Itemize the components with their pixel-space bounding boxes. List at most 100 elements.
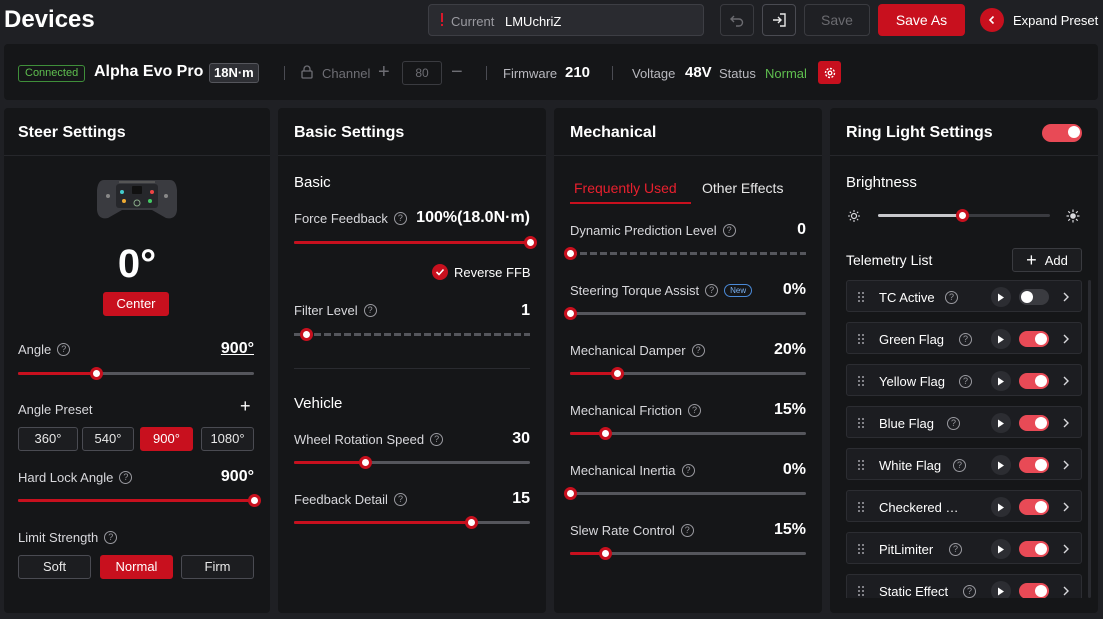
slider-knob[interactable] [564, 487, 577, 500]
telemetry-toggle[interactable] [1019, 373, 1049, 389]
torque-badge: 18N·m [209, 63, 259, 83]
chevron-right-icon[interactable] [1059, 331, 1073, 347]
telemetry-toggle[interactable] [1019, 331, 1049, 347]
tab-frequently-used[interactable]: Frequently Used [574, 180, 677, 196]
telemetry-toggle[interactable] [1019, 289, 1049, 305]
drag-handle-icon[interactable] [857, 417, 865, 429]
chevron-right-icon[interactable] [1059, 541, 1073, 557]
slider-knob[interactable] [599, 547, 613, 560]
telemetry-toggle[interactable] [1019, 583, 1049, 598]
hard-lock-slider[interactable] [18, 494, 261, 507]
page-title: Devices [4, 6, 95, 33]
slider-knob[interactable] [599, 427, 613, 440]
channel-plus-button[interactable]: + [378, 61, 390, 84]
divider [486, 66, 487, 80]
play-icon[interactable] [991, 329, 1011, 349]
telemetry-item[interactable]: Checkered … [846, 490, 1082, 522]
angle-preset-button[interactable]: 540° [82, 427, 134, 451]
telemetry-item-name: Static Effect [879, 584, 949, 598]
channel-label: Channel [322, 66, 371, 81]
play-icon[interactable] [991, 539, 1011, 559]
slider-knob[interactable] [564, 307, 577, 320]
telemetry-toggle[interactable] [1019, 541, 1049, 557]
mechanical-item-slider[interactable] [564, 247, 806, 260]
filter-level-slider[interactable] [294, 328, 530, 341]
angle-slider[interactable] [18, 367, 254, 380]
chevron-right-icon[interactable] [1059, 583, 1073, 598]
current-preset-field[interactable]: Current LMUchriZ [428, 4, 704, 36]
tab-other-effects[interactable]: Other Effects [702, 180, 783, 196]
play-icon[interactable] [991, 413, 1011, 433]
expand-preset-button[interactable]: Expand Preset [980, 8, 1098, 32]
angle-preset-label: Angle Preset [18, 402, 93, 417]
drag-handle-icon[interactable] [857, 291, 865, 303]
play-icon[interactable] [991, 287, 1011, 307]
reverse-ffb-checkbox[interactable]: Reverse FFB [432, 264, 531, 280]
chevron-right-icon[interactable] [1059, 415, 1073, 431]
mechanical-item-slider[interactable] [570, 367, 806, 380]
telemetry-item[interactable]: TC Active? [846, 280, 1082, 312]
feedback-detail-slider[interactable] [294, 516, 530, 529]
telemetry-item[interactable]: White Flag? [846, 448, 1082, 480]
chevron-right-icon[interactable] [1059, 373, 1073, 389]
drag-handle-icon[interactable] [857, 585, 865, 597]
chevron-right-icon[interactable] [1059, 499, 1073, 515]
divider [612, 66, 613, 80]
telemetry-item[interactable]: Static Effect? [846, 574, 1082, 598]
telemetry-item[interactable]: Green Flag? [846, 322, 1082, 354]
play-icon[interactable] [991, 497, 1011, 517]
telemetry-item[interactable]: Blue Flag? [846, 406, 1082, 438]
drag-handle-icon[interactable] [857, 333, 865, 345]
limit-strength-button[interactable]: Normal [100, 555, 173, 579]
undo-button[interactable] [720, 4, 754, 36]
drag-handle-icon[interactable] [857, 375, 865, 387]
chevron-right-icon[interactable] [1059, 457, 1073, 473]
slider-knob[interactable] [564, 247, 577, 260]
center-button[interactable]: Center [103, 292, 169, 316]
play-icon[interactable] [991, 371, 1011, 391]
ring-light-title: Ring Light Settings [846, 124, 993, 141]
add-preset-button[interactable]: + [240, 396, 251, 417]
telemetry-scrollbar[interactable] [1088, 280, 1091, 598]
mechanical-item-slider[interactable] [564, 487, 806, 500]
drag-handle-icon[interactable] [857, 459, 865, 471]
brightness-slider[interactable] [878, 209, 1050, 222]
channel-input[interactable]: 80 [402, 61, 442, 85]
telemetry-toggle[interactable] [1019, 499, 1049, 515]
telemetry-item[interactable]: Yellow Flag? [846, 364, 1082, 396]
limit-strength-button[interactable]: Firm [181, 555, 254, 579]
add-telemetry-button[interactable]: + Add [1012, 248, 1082, 272]
angle-value[interactable]: 900° [221, 340, 254, 358]
mechanical-item-slider[interactable] [564, 307, 806, 320]
force-feedback-slider[interactable] [294, 236, 537, 249]
slider-knob[interactable] [611, 367, 625, 380]
basic-title: Basic Settings [294, 124, 405, 141]
ring-light-toggle[interactable] [1042, 124, 1082, 142]
play-icon[interactable] [991, 455, 1011, 475]
angle-preset-button[interactable]: 1080° [201, 427, 254, 451]
import-button[interactable] [762, 4, 796, 36]
wheel-rotation-speed-label: Wheel Rotation Speed? [294, 432, 444, 447]
angle-label: Angle? [18, 342, 71, 357]
play-icon[interactable] [991, 581, 1011, 598]
gear-icon [824, 67, 835, 78]
save-button[interactable]: Save [804, 4, 870, 36]
mechanical-item-slider[interactable] [570, 427, 806, 440]
angle-preset-button[interactable]: 900° [140, 427, 193, 451]
divider [278, 155, 546, 156]
chevron-right-icon[interactable] [1059, 289, 1073, 305]
drag-handle-icon[interactable] [857, 501, 865, 513]
wheel-rotation-speed-slider[interactable] [294, 456, 530, 469]
drag-handle-icon[interactable] [857, 543, 865, 555]
telemetry-item[interactable]: PitLimiter? [846, 532, 1082, 564]
telemetry-toggle[interactable] [1019, 415, 1049, 431]
limit-strength-button[interactable]: Soft [18, 555, 91, 579]
help-icon: ? [680, 524, 694, 537]
mechanical-item-slider[interactable] [570, 547, 806, 560]
mechanical-item-label: Slew Rate Control? [570, 523, 694, 538]
device-settings-button[interactable] [818, 61, 841, 84]
save-as-button[interactable]: Save As [878, 4, 965, 36]
telemetry-toggle[interactable] [1019, 457, 1049, 473]
angle-preset-button[interactable]: 360° [18, 427, 78, 451]
channel-minus-button[interactable]: − [451, 61, 463, 84]
